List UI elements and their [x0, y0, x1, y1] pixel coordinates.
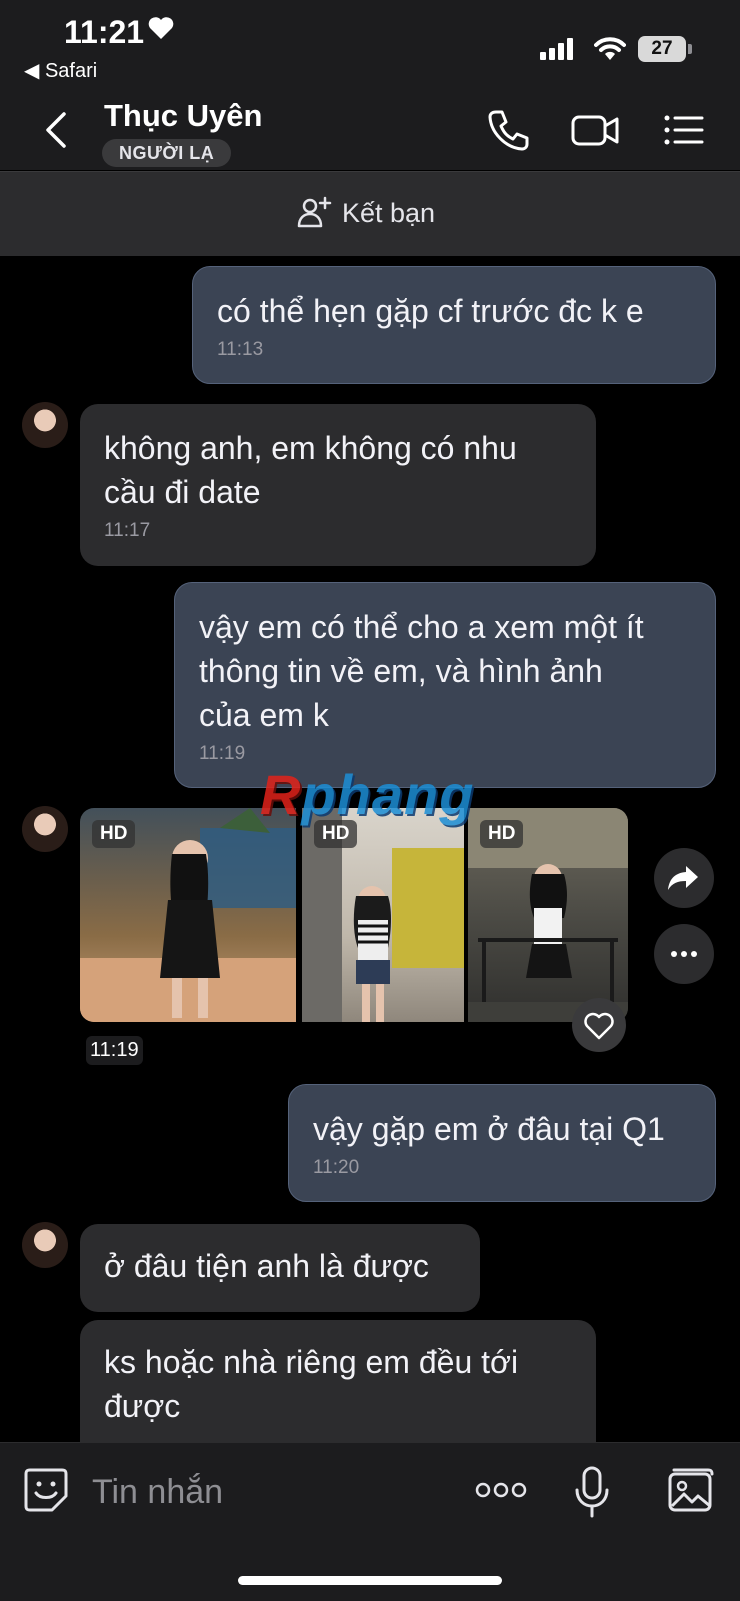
sticker-button[interactable]: [22, 1466, 70, 1519]
watermark-logo: Rphang: [260, 762, 474, 827]
message-time: 11:20: [313, 1157, 360, 1178]
video-call-button[interactable]: [570, 108, 620, 157]
contact-name[interactable]: Thục Uyên: [104, 98, 262, 134]
message-time: 11:19: [86, 1036, 143, 1065]
message-time: 11:13: [217, 339, 264, 360]
message-bubble-outgoing[interactable]: có thể hẹn gặp cf trước đc k e 11:13: [192, 266, 716, 384]
avatar[interactable]: [22, 1222, 68, 1268]
heart-icon: [148, 16, 174, 45]
back-button[interactable]: [40, 110, 76, 150]
microphone-icon: [575, 1466, 609, 1518]
video-camera-icon: [571, 115, 619, 146]
watermark-part: phang: [301, 763, 475, 826]
hd-badge: HD: [480, 820, 524, 848]
message-text: vậy gặp em ở đâu tại Q1: [313, 1111, 665, 1147]
more-options-button[interactable]: [654, 924, 714, 984]
photo-thumbnail[interactable]: HD: [468, 808, 628, 1022]
photo-thumbnail[interactable]: HD: [80, 808, 296, 1022]
message-bubble-incoming[interactable]: không anh, em không có nhu cầu đi date 1…: [80, 404, 596, 566]
message-input[interactable]: [90, 1466, 454, 1518]
menu-list-icon: [664, 115, 704, 145]
message-bubble-incoming[interactable]: ở đâu tiện anh là được: [80, 1224, 480, 1312]
more-dots-icon: [475, 1482, 527, 1498]
forward-button[interactable]: [654, 848, 714, 908]
voice-record-button[interactable]: [572, 1464, 612, 1525]
hd-badge: HD: [92, 820, 136, 848]
message-time: 11:17: [104, 520, 151, 541]
home-indicator[interactable]: [238, 1576, 502, 1585]
message-bubble-incoming[interactable]: ks hoặc nhà riêng em đều tới được: [80, 1320, 596, 1460]
cellular-signal-icon: [540, 38, 574, 65]
watermark-part: R: [260, 763, 302, 826]
sticker-emoji-icon: [24, 1468, 68, 1512]
chevron-left-icon: [46, 112, 66, 148]
add-friend-label[interactable]: Kết bạn: [342, 198, 435, 229]
message-text: không anh, em không có nhu cầu đi date: [104, 430, 517, 510]
battery-level: 27: [638, 36, 686, 62]
message-text: có thể hẹn gặp cf trước đc k e: [217, 293, 644, 329]
more-actions-button[interactable]: [474, 1472, 528, 1513]
message-text: ks hoặc nhà riêng em đều tới được: [104, 1344, 519, 1424]
heart-outline-icon: [584, 1012, 614, 1040]
image-gallery-icon: [668, 1468, 714, 1512]
back-to-safari-link[interactable]: ◀ Safari: [24, 58, 97, 83]
stranger-badge: NGƯỜI LẠ: [102, 139, 232, 167]
phone-icon: [488, 110, 529, 151]
wifi-icon: [594, 36, 626, 67]
status-time: 11:21: [64, 14, 145, 50]
more-dots-icon: [671, 951, 697, 957]
chat-options-button[interactable]: [662, 108, 706, 157]
react-button[interactable]: [572, 998, 626, 1052]
battery-icon: [688, 44, 692, 54]
add-user-icon: [296, 196, 332, 233]
message-text: ở đâu tiện anh là được: [104, 1248, 429, 1284]
avatar[interactable]: [22, 806, 68, 852]
message-bubble-outgoing[interactable]: vậy em có thể cho a xem một ít thông tin…: [174, 582, 716, 788]
message-bubble-outgoing[interactable]: vậy gặp em ở đâu tại Q1 11:20: [288, 1084, 716, 1202]
avatar[interactable]: [22, 402, 68, 448]
photo-picker-button[interactable]: [666, 1466, 716, 1519]
voice-call-button[interactable]: [486, 108, 530, 157]
photo-thumbnail[interactable]: HD: [302, 808, 464, 1022]
share-arrow-icon: [668, 866, 698, 890]
message-text: vậy em có thể cho a xem một ít thông tin…: [199, 609, 644, 733]
